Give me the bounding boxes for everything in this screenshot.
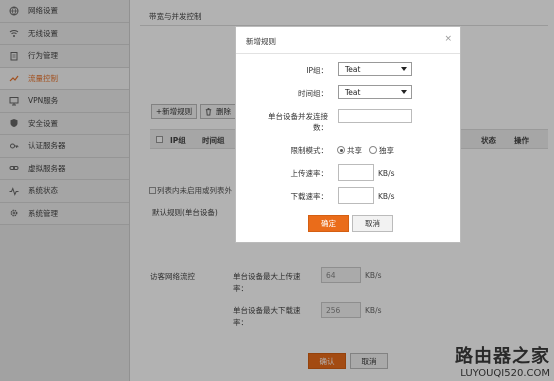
watermark: 路由器之家 LUYOUQI520.COM <box>455 342 550 379</box>
concurrent-input[interactable] <box>338 109 412 123</box>
add-rule-dialog: 新增规则 × IP组： Teat 时间组： Teat 单台设备并发连接 数： 限… <box>235 26 461 243</box>
chevron-down-icon <box>401 90 407 94</box>
download-rate-label: 下载速率： <box>290 192 329 201</box>
chevron-down-icon <box>401 67 407 71</box>
dialog-confirm-button[interactable]: 确定 <box>308 215 349 232</box>
limit-mode-label: 限制模式： <box>290 146 329 155</box>
concurrent-label-line1: 单台设备并发连接 <box>268 112 328 121</box>
shared-radio-label: 共享 <box>347 146 362 155</box>
concurrent-label: 单台设备并发连接 数： <box>246 111 328 133</box>
upload-rate-unit: KB/s <box>378 169 395 178</box>
ip-group-value: Teat <box>345 64 361 74</box>
upload-rate-label: 上传速率： <box>290 169 329 178</box>
dialog-divider <box>236 53 460 54</box>
watermark-url: LUYOUQI520.COM <box>460 368 550 379</box>
dialog-cancel-button[interactable]: 取消 <box>352 215 393 232</box>
download-rate-input[interactable] <box>338 187 374 204</box>
dialog-title: 新增规则 <box>246 37 276 46</box>
time-group-select[interactable]: Teat <box>338 85 412 99</box>
watermark-text: 路由器之家 <box>455 346 550 367</box>
download-rate-unit: KB/s <box>378 192 395 201</box>
time-group-value: Teat <box>345 87 361 97</box>
ip-group-select[interactable]: Teat <box>338 62 412 76</box>
exclusive-radio[interactable] <box>369 146 377 154</box>
concurrent-label-line2: 数： <box>313 123 328 132</box>
upload-rate-input[interactable] <box>338 164 374 181</box>
shared-radio[interactable] <box>337 146 345 154</box>
time-group-label: 时间组： <box>298 89 328 98</box>
exclusive-radio-label: 独享 <box>379 146 394 155</box>
ip-group-label: IP组： <box>306 66 328 75</box>
close-icon[interactable]: × <box>444 34 452 44</box>
